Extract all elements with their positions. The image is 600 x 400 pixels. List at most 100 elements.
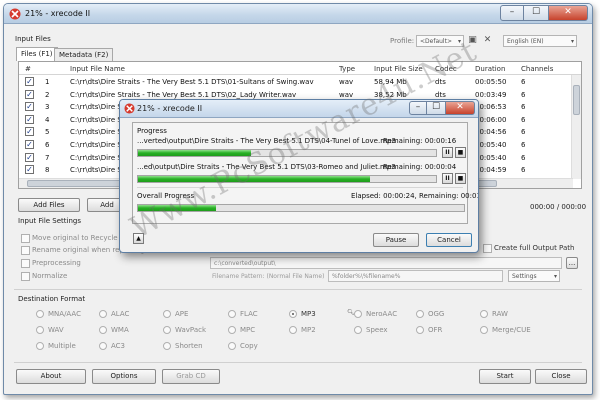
about-button[interactable]: About <box>16 369 86 384</box>
radio-circle[interactable] <box>228 310 236 318</box>
filename-pattern-field[interactable]: %folder%\%filename% <box>328 270 503 282</box>
column-number[interactable]: # <box>25 65 31 73</box>
cell-codec: dts <box>435 78 446 86</box>
column-codec[interactable]: Codec <box>435 65 457 73</box>
start-button[interactable]: Start <box>479 369 531 384</box>
table-row[interactable]: ✓ 1 C:\rr\dts\Dire Straits - The Very Best… <box>19 76 581 89</box>
table-vertical-scrollbar[interactable] <box>571 75 581 179</box>
delete-profile-icon[interactable]: ✕ <box>482 35 493 46</box>
profile-dropdown[interactable]: <Default> ▾ <box>416 35 464 47</box>
radio-circle[interactable] <box>289 310 297 318</box>
dialog-maximize-button[interactable]: ☐ <box>427 101 445 115</box>
format-radio-merge-cue[interactable]: Merge/CUE <box>480 326 531 334</box>
format-radio-mpc[interactable]: MPC <box>228 326 255 334</box>
format-radio-ac3[interactable]: AC3 <box>99 342 125 350</box>
expand-icon[interactable]: ▲ <box>133 233 144 244</box>
radio-circle[interactable] <box>228 342 236 350</box>
row-checkbox[interactable]: ✓ <box>25 77 34 86</box>
move-recycle-checkbox[interactable]: Move original to Recycle Bin <box>21 234 131 243</box>
close-button[interactable]: Close <box>535 369 587 384</box>
row-checkbox[interactable]: ✓ <box>25 89 34 99</box>
format-label: NeroAAC <box>366 310 398 318</box>
file2-progress-bar <box>137 175 437 183</box>
radio-circle[interactable] <box>163 342 171 350</box>
radio-circle[interactable] <box>163 326 171 334</box>
row-checkbox[interactable]: ✓ <box>25 127 34 137</box>
file2-stop-icon[interactable]: ■ <box>455 173 466 184</box>
format-radio-flac[interactable]: FLAC <box>228 310 258 318</box>
radio-circle[interactable] <box>99 310 107 318</box>
row-checkbox[interactable]: ✓ <box>25 140 34 149</box>
add-files-button[interactable]: Add Files <box>18 198 80 212</box>
settings-dropdown[interactable]: Settings ▾ <box>508 270 560 282</box>
radio-circle[interactable] <box>36 326 44 334</box>
tab-metadata[interactable]: Metadata (F2) <box>54 48 114 61</box>
close-window-button[interactable]: ✕ <box>548 5 588 21</box>
format-radio-shorten[interactable]: Shorten <box>163 342 203 350</box>
format-radio-raw[interactable]: RAW <box>480 310 508 318</box>
format-radio-alac[interactable]: ALAC <box>99 310 129 318</box>
normalize-checkbox[interactable]: Normalize <box>20 272 67 281</box>
format-label: MP3 <box>301 310 316 318</box>
radio-circle[interactable] <box>228 326 236 334</box>
format-radio-multiple[interactable]: Multiple <box>36 342 76 350</box>
dialog-close-button[interactable]: ✕ <box>445 101 475 115</box>
format-radio-ofr[interactable]: OFR <box>416 326 442 334</box>
browse-button[interactable]: ... <box>566 257 578 269</box>
format-radio-wav[interactable]: WAV <box>36 326 64 334</box>
format-radio-ape[interactable]: APE <box>163 310 188 318</box>
radio-circle[interactable] <box>36 342 44 350</box>
radio-circle[interactable] <box>416 326 424 334</box>
cancel-button[interactable]: Cancel <box>426 233 472 247</box>
maximize-button[interactable]: ☐ <box>524 5 548 21</box>
radio-circle[interactable] <box>36 310 44 318</box>
title-bar[interactable]: 21% - xrecode II – ☐ ✕ <box>4 4 592 24</box>
format-radio-mp3[interactable]: MP3 🔍︎ <box>289 308 357 319</box>
file1-pause-icon[interactable]: II <box>442 147 453 158</box>
column-type[interactable]: Type <box>339 65 355 73</box>
column-channels[interactable]: Channels <box>521 65 553 73</box>
cell-duration: 00:06:00 <box>475 115 507 124</box>
dialog-title-bar[interactable]: 21% - xrecode II – ☐ ✕ <box>120 100 478 118</box>
format-radio-ogg[interactable]: OGG <box>416 310 444 318</box>
radio-circle[interactable] <box>354 310 362 318</box>
radio-circle[interactable] <box>289 326 297 334</box>
radio-circle[interactable] <box>480 310 488 318</box>
save-profile-icon[interactable]: ▣ <box>467 35 478 46</box>
format-radio-wavpack[interactable]: WavPack <box>163 326 206 334</box>
file2-pause-icon[interactable]: II <box>442 173 453 184</box>
radio-circle[interactable] <box>480 326 488 334</box>
format-radio-wma[interactable]: WMA <box>99 326 129 334</box>
row-checkbox[interactable]: ✓ <box>25 102 34 112</box>
radio-circle[interactable] <box>416 310 424 318</box>
format-radio-mna-aac[interactable]: MNA/AAC <box>36 310 81 318</box>
scroll-thumb[interactable] <box>573 85 580 115</box>
column-file-name[interactable]: Input File Name <box>70 65 125 73</box>
grab-cd-button[interactable]: Grab CD <box>162 369 220 384</box>
tab-files[interactable]: Files (F1) <box>16 47 58 61</box>
preprocessing-checkbox[interactable]: Preprocessing <box>21 259 81 268</box>
cell-channels: 6 <box>521 90 526 99</box>
radio-circle[interactable] <box>99 326 107 334</box>
options-button[interactable]: Options <box>92 369 156 384</box>
format-radio-copy[interactable]: Copy <box>228 342 258 350</box>
row-checkbox[interactable]: ✓ <box>25 165 34 175</box>
format-radio-mp2[interactable]: MP2 <box>289 326 316 334</box>
language-dropdown[interactable]: English (EN) ▾ <box>503 35 577 47</box>
radio-circle[interactable] <box>354 326 362 334</box>
dialog-minimize-button[interactable]: – <box>409 101 427 115</box>
radio-circle[interactable] <box>99 342 107 350</box>
output-path-field[interactable]: c:\converted\output\ <box>210 257 562 269</box>
pause-button[interactable]: Pause <box>373 233 419 247</box>
minimize-button[interactable]: – <box>500 5 524 21</box>
radio-circle[interactable] <box>163 310 171 318</box>
column-file-size[interactable]: Input File Size <box>374 65 423 73</box>
format-radio-neroaac[interactable]: NeroAAC <box>354 310 398 318</box>
cell-n: 6 <box>45 141 50 149</box>
row-checkbox[interactable]: ✓ <box>25 152 34 162</box>
file1-stop-icon[interactable]: ■ <box>455 147 466 158</box>
format-radio-speex[interactable]: Speex <box>354 326 388 334</box>
column-duration[interactable]: Duration <box>475 65 505 73</box>
row-checkbox[interactable]: ✓ <box>25 114 34 124</box>
create-full-output-checkbox[interactable]: Create full Output Path <box>482 244 574 253</box>
